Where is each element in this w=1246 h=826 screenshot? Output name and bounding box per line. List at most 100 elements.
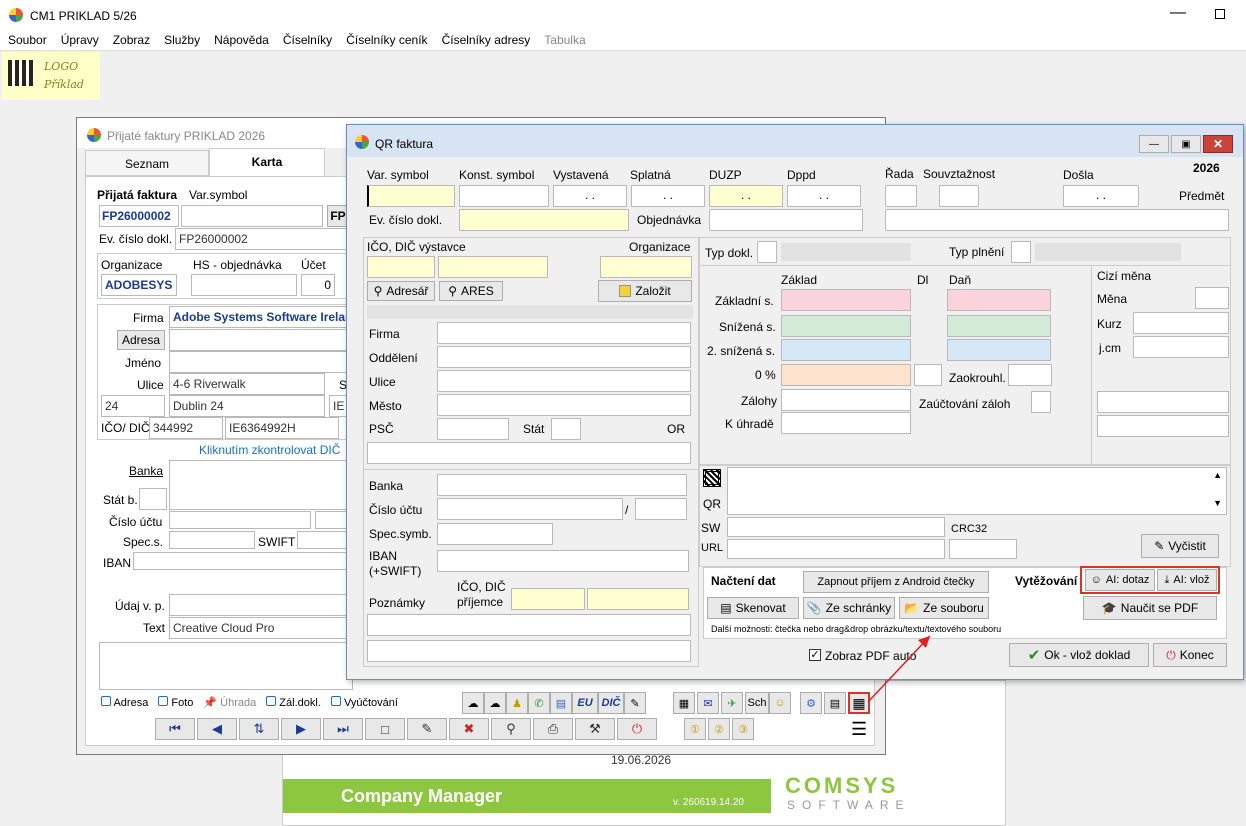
scroll-up-icon[interactable]: ▲ — [1213, 470, 1222, 480]
menu-ciselniky-adresy[interactable]: Číselníky adresy — [442, 33, 531, 47]
crc32-field[interactable] — [949, 539, 1017, 559]
menu-tabulka[interactable]: Tabulka — [544, 33, 585, 47]
zaklad-snizena-field[interactable] — [781, 315, 911, 337]
qr-dppd-field[interactable]: . . — [787, 185, 861, 207]
notes-area[interactable] — [99, 642, 353, 690]
var-symbol-field[interactable] — [181, 205, 323, 227]
android-button[interactable]: Zapnout příjem z Android čtečky — [803, 571, 989, 593]
qr-mesto-field[interactable] — [437, 394, 691, 416]
dan-2-snizena-field[interactable] — [947, 339, 1051, 361]
link-zal-dokl[interactable]: Zál.dokl. — [266, 696, 321, 709]
link-uhrada[interactable]: 📌 Úhrada — [203, 696, 256, 709]
ucet-field[interactable]: 0 — [301, 274, 335, 296]
menu-soubor[interactable]: Soubor — [8, 33, 47, 47]
qr-ev-field[interactable] — [459, 209, 629, 231]
qr-cislo-field[interactable] — [437, 498, 623, 520]
zaklad-zakladni-field[interactable] — [781, 289, 911, 311]
last-record-button[interactable]: ⏭ — [323, 718, 363, 740]
delete-button[interactable]: ✖ — [449, 718, 489, 740]
qr-maximize-button[interactable]: ▣ — [1171, 135, 1201, 153]
currency-extra-field-2[interactable] — [1097, 415, 1229, 437]
zaklad-2-snizena-field[interactable] — [781, 339, 911, 361]
audio-2-icon[interactable]: ② — [708, 718, 730, 740]
qr-predmet-field[interactable] — [885, 209, 1229, 231]
qr-stat-field[interactable] — [551, 418, 581, 440]
qr-oddeleni-field[interactable] — [437, 346, 691, 368]
qr-or-field[interactable] — [367, 442, 691, 464]
menu-upravy[interactable]: Úpravy — [61, 33, 99, 47]
qr-splatna-field[interactable]: . . — [631, 185, 705, 207]
qr-text-area[interactable]: ▲ ▼ — [727, 467, 1227, 515]
firma-field[interactable]: Adobe Systems Software Irelan — [169, 306, 353, 328]
qr-objednavka-field[interactable] — [709, 209, 863, 231]
qr-spec-field[interactable] — [437, 523, 553, 545]
zauctovani-zaloh-field[interactable] — [1031, 391, 1051, 413]
minimize-icon[interactable]: — — [1170, 4, 1186, 22]
qr-ulice-field[interactable] — [437, 370, 691, 392]
adresa-button[interactable]: Adresa — [117, 330, 165, 350]
find-button[interactable]: ⚲ — [491, 718, 531, 740]
invoice-number-field[interactable]: FP26000002 — [99, 205, 179, 227]
naucit-pdf-button[interactable]: 🎓 Naučit se PDF — [1083, 596, 1217, 620]
ev-cislo-field[interactable]: FP26000002 — [175, 228, 349, 250]
link-adresa[interactable]: Adresa — [101, 696, 148, 709]
text-field[interactable]: Creative Cloud Pro — [169, 617, 353, 639]
post-icon[interactable]: ✉ — [697, 692, 719, 714]
zalohy-field[interactable] — [781, 389, 911, 411]
map-search-icon[interactable]: ☁ — [484, 692, 506, 714]
barcode-icon[interactable]: ▦ — [673, 692, 695, 714]
jmeno-field[interactable] — [169, 351, 353, 373]
dan-snizena-field[interactable] — [947, 315, 1051, 337]
sch-button[interactable]: Sch — [745, 692, 769, 714]
qr-varsym-field[interactable] — [367, 185, 455, 207]
first-record-button[interactable]: ⏮ — [155, 718, 195, 740]
menu-zobraz[interactable]: Zobraz — [113, 33, 150, 47]
map-icon[interactable]: ☁ — [462, 692, 484, 714]
typ-plneni-field[interactable] — [1011, 241, 1031, 263]
adresar-button[interactable]: ⚲ Adresář — [367, 281, 435, 301]
mena-field[interactable] — [1195, 287, 1229, 309]
qr-iban-field[interactable] — [437, 550, 689, 572]
edit-button[interactable]: ✎ — [407, 718, 447, 740]
konec-button[interactable]: ⏻ Konec — [1153, 643, 1227, 667]
zalozit-button[interactable]: Založit — [598, 280, 692, 302]
tab-seznam[interactable]: Seznam — [85, 150, 209, 176]
smile-icon[interactable]: ☺ — [769, 692, 791, 714]
dan-zakladni-field[interactable] — [947, 289, 1051, 311]
cislo-uctu-field[interactable] — [169, 511, 311, 529]
link-vyuctovani[interactable]: Vyúčtování — [330, 696, 398, 709]
qr-dic-field[interactable] — [438, 256, 548, 278]
sort-button[interactable]: ⇅ — [239, 718, 279, 740]
stat-b-field[interactable] — [139, 488, 167, 510]
udaj-vp-field[interactable] — [169, 594, 353, 616]
power-button[interactable]: ⏻ — [617, 718, 657, 740]
edit-doc-icon[interactable]: ✎ — [624, 692, 646, 714]
tools-button[interactable]: ⚒ — [575, 718, 615, 740]
hs-objednavka-field[interactable] — [191, 274, 297, 296]
audio-1-icon[interactable]: ① — [684, 718, 706, 740]
tab-karta[interactable]: Karta — [209, 148, 325, 176]
dl-0-field[interactable] — [914, 364, 942, 386]
scanner-icon[interactable]: ▤ — [824, 692, 846, 714]
iban-field[interactable] — [133, 552, 353, 570]
new-doc-button[interactable]: □ — [365, 718, 405, 740]
jcm-field[interactable] — [1133, 336, 1229, 358]
adresa-field[interactable] — [169, 329, 353, 351]
spec-s-field[interactable] — [169, 531, 255, 549]
next-record-button[interactable]: ▶ — [281, 718, 321, 740]
ze-schranky-button[interactable]: 📎 Ze schránky — [803, 597, 895, 619]
k-uhrade-field[interactable] — [781, 412, 911, 434]
person-icon[interactable]: ♟ — [506, 692, 528, 714]
menu-ciselniky-cenik[interactable]: Číselníky ceník — [346, 33, 427, 47]
menu-ciselniky[interactable]: Číselníky — [283, 33, 332, 47]
qr-ico-field[interactable] — [367, 256, 435, 278]
settings-icon[interactable]: ⚙ — [800, 692, 822, 714]
qr-banka-field[interactable] — [437, 474, 687, 496]
zaklad-0-field[interactable] — [781, 364, 911, 386]
link-foto[interactable]: Foto — [158, 696, 193, 709]
typ-dokl-field[interactable] — [757, 241, 777, 263]
qr-organizace-field[interactable] — [600, 256, 692, 278]
qr-ico-prijemce-field[interactable] — [511, 588, 585, 610]
prev-record-button[interactable]: ◀ — [197, 718, 237, 740]
delivery-icon[interactable]: ✈ — [721, 692, 743, 714]
